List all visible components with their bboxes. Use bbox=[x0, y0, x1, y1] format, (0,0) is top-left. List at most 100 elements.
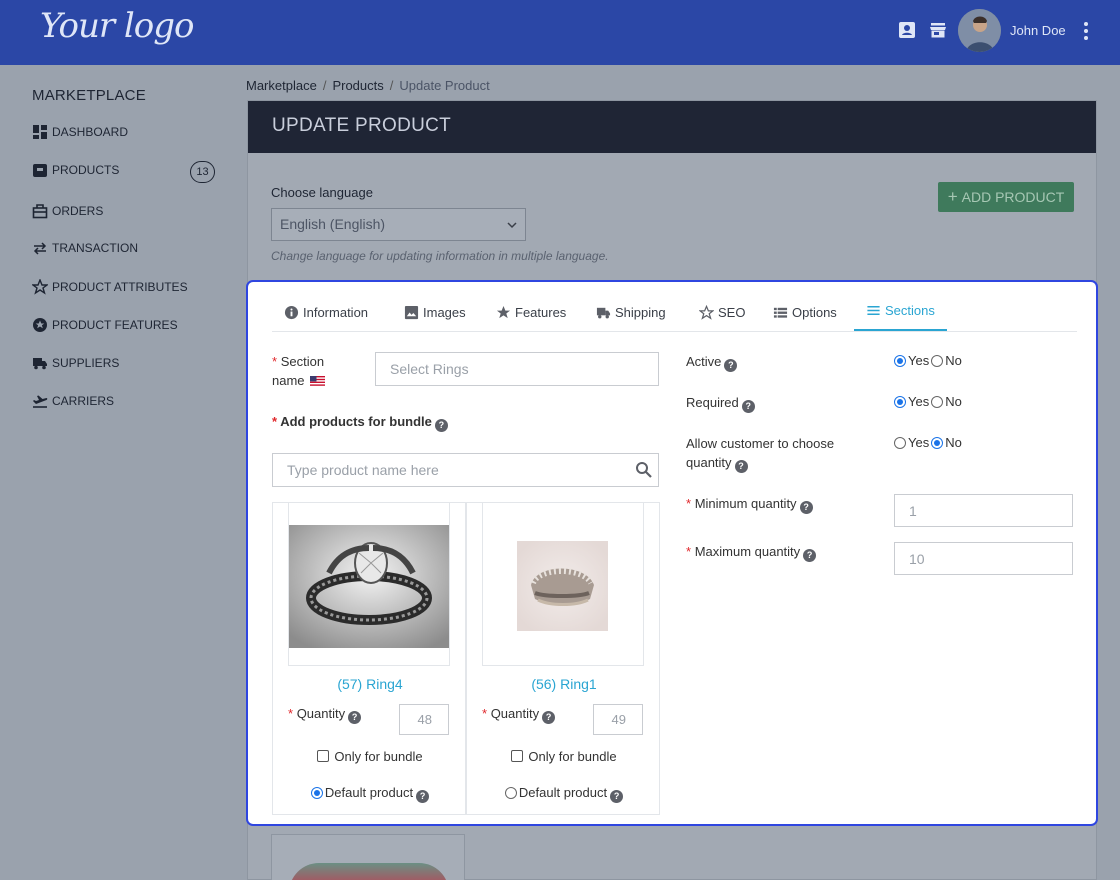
page-header: UPDATE PRODUCT bbox=[248, 101, 1096, 153]
sidebar-item-orders[interactable]: ORDERS bbox=[32, 201, 103, 221]
help-icon[interactable]: ? bbox=[348, 711, 362, 724]
sidebar-item-label: PRODUCT FEATURES bbox=[52, 318, 178, 332]
help-icon[interactable]: ? bbox=[434, 419, 448, 432]
sidebar-item-label: ORDERS bbox=[52, 204, 104, 218]
tab-options[interactable]: Options bbox=[761, 292, 849, 332]
product-search-input[interactable]: Type product name here bbox=[272, 453, 659, 487]
sidebar-item-product-attributes[interactable]: PRODUCT ATTRIBUTES bbox=[32, 277, 188, 297]
help-icon[interactable]: ? bbox=[610, 790, 624, 803]
only-bundle-checkbox[interactable] bbox=[317, 750, 330, 762]
product-name-link[interactable]: (57) Ring4 bbox=[273, 676, 467, 692]
allow-yes-radio[interactable] bbox=[894, 437, 906, 449]
required-mark: * bbox=[686, 496, 692, 511]
help-icon[interactable]: ? bbox=[734, 460, 748, 473]
maximum-quantity-input[interactable]: 10 bbox=[894, 542, 1073, 575]
sidebar-item-suppliers[interactable]: SUPPLIERS bbox=[32, 353, 119, 373]
allow-no-radio[interactable] bbox=[931, 437, 944, 449]
product-image[interactable] bbox=[288, 503, 450, 666]
yes-label: Yes bbox=[908, 394, 930, 409]
breadcrumb-products[interactable]: Products bbox=[332, 78, 383, 93]
minimum-quantity-label-text: Minimum quantity bbox=[694, 496, 797, 511]
yes-label: Yes bbox=[908, 435, 930, 450]
products-count-badge: 13 bbox=[190, 161, 215, 183]
section-name-label: * Section name bbox=[272, 352, 352, 390]
sidebar-title: MARKETPLACE bbox=[32, 87, 146, 104]
minimum-quantity-input[interactable]: 1 bbox=[894, 494, 1073, 527]
quantity-input[interactable]: 48 bbox=[399, 704, 449, 735]
default-product-label: Default product bbox=[518, 785, 608, 800]
tab-images[interactable]: Images bbox=[392, 292, 478, 332]
sidebar-item-label: PRODUCTS bbox=[52, 163, 120, 177]
tab-shipping[interactable]: Shipping bbox=[584, 292, 678, 332]
add-product-label: ADD PRODUCT bbox=[961, 189, 1065, 205]
help-icon[interactable]: ? bbox=[416, 790, 430, 803]
required-mark: * bbox=[272, 354, 278, 369]
section-name-input[interactable]: Select Rings bbox=[375, 352, 659, 386]
minimum-quantity-value: 1 bbox=[909, 502, 917, 519]
language-select[interactable]: English (English) bbox=[271, 208, 526, 241]
tab-label: Features bbox=[515, 304, 567, 320]
required-mark: * bbox=[482, 706, 488, 721]
sidebar-item-transaction[interactable]: TRANSACTION bbox=[32, 238, 138, 258]
help-icon[interactable]: ? bbox=[799, 501, 813, 514]
info-icon bbox=[284, 305, 299, 319]
sections-card: Information Images Features Shipping SEO… bbox=[246, 280, 1098, 826]
required-yes-radio[interactable] bbox=[894, 396, 906, 408]
quantity-input[interactable]: 49 bbox=[593, 704, 643, 735]
tab-sections[interactable]: Sections bbox=[854, 292, 947, 331]
help-icon[interactable]: ? bbox=[803, 549, 817, 562]
add-products-label-text: Add products for bundle bbox=[280, 414, 432, 429]
add-product-button[interactable]: + ADD PRODUCT bbox=[938, 182, 1074, 212]
sidebar-item-product-features[interactable]: PRODUCT FEATURES bbox=[32, 315, 178, 335]
breadcrumb-current: Update Product bbox=[399, 78, 490, 93]
product-card-partial bbox=[271, 834, 465, 880]
product-name-link[interactable]: (56) Ring1 bbox=[467, 676, 661, 692]
required-mark: * bbox=[686, 544, 692, 559]
us-flag-icon bbox=[310, 376, 326, 386]
yes-label: Yes bbox=[908, 353, 930, 368]
help-icon[interactable]: ? bbox=[542, 711, 556, 724]
product-image-partial bbox=[289, 863, 449, 880]
help-icon[interactable]: ? bbox=[724, 359, 738, 372]
help-icon[interactable]: ? bbox=[741, 400, 755, 413]
sidebar-item-carriers[interactable]: CARRIERS bbox=[32, 391, 114, 411]
breadcrumb: Marketplace / Products / Update Product bbox=[246, 78, 490, 93]
user-name[interactable]: John Doe bbox=[1010, 23, 1066, 38]
tab-label: Sections bbox=[885, 303, 935, 318]
breadcrumb-marketplace[interactable]: Marketplace bbox=[246, 78, 317, 93]
sidebar-item-products[interactable]: PRODUCTS bbox=[32, 160, 119, 180]
default-product-option[interactable]: Default product? bbox=[273, 785, 467, 803]
required-mark: * bbox=[272, 414, 278, 429]
default-product-radio[interactable] bbox=[504, 787, 517, 799]
active-no-radio[interactable] bbox=[931, 355, 944, 367]
more-vertical-icon[interactable] bbox=[1080, 20, 1092, 42]
only-bundle-option[interactable]: Only for bundle bbox=[273, 749, 467, 764]
default-product-option[interactable]: Default product? bbox=[467, 785, 661, 803]
contact-card-icon[interactable] bbox=[898, 21, 916, 39]
product-search-placeholder: Type product name here bbox=[287, 462, 439, 478]
avatar[interactable] bbox=[958, 9, 1001, 52]
store-icon[interactable] bbox=[929, 21, 947, 39]
required-label: Required? bbox=[686, 393, 755, 413]
truck-icon bbox=[33, 358, 47, 370]
active-yes-radio[interactable] bbox=[894, 355, 906, 367]
only-bundle-option[interactable]: Only for bundle bbox=[467, 749, 661, 764]
sidebar-item-label: PRODUCT ATTRIBUTES bbox=[52, 280, 188, 294]
menu-icon bbox=[867, 306, 880, 315]
required-no-radio[interactable] bbox=[931, 396, 944, 408]
tab-label: Information bbox=[303, 304, 369, 320]
product-image[interactable] bbox=[482, 503, 644, 666]
quantity-label: * Quantity? bbox=[482, 706, 556, 724]
allow-quantity-label: Allow customer to choose quantity? bbox=[686, 434, 856, 473]
sidebar-item-dashboard[interactable]: DASHBOARD bbox=[32, 122, 128, 142]
products-icon bbox=[33, 164, 47, 177]
plus-icon: + bbox=[947, 187, 958, 206]
tab-information[interactable]: Information bbox=[272, 292, 380, 332]
only-bundle-checkbox[interactable] bbox=[511, 750, 524, 762]
logo[interactable]: Your logo bbox=[40, 6, 194, 46]
search-icon[interactable] bbox=[635, 461, 652, 478]
tab-seo[interactable]: SEO bbox=[687, 292, 757, 332]
no-label: No bbox=[945, 435, 962, 450]
default-product-radio[interactable] bbox=[310, 787, 323, 799]
tab-features[interactable]: Features bbox=[484, 292, 578, 332]
